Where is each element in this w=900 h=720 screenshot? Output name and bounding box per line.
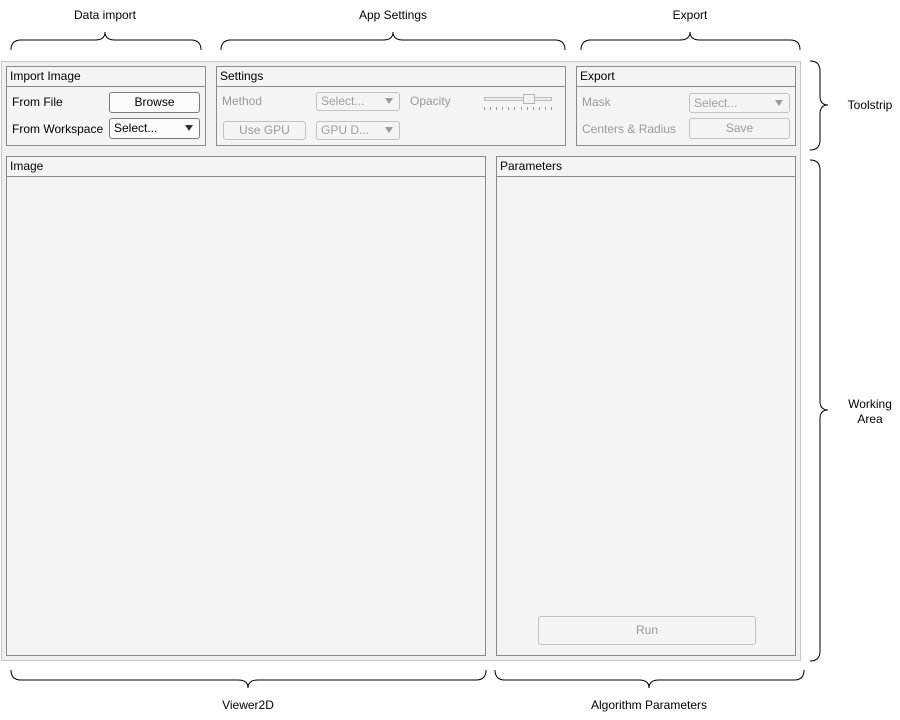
opacity-slider-thumb[interactable]: [523, 94, 536, 104]
export-panel: Export Mask Select... Centers & Radius S…: [576, 66, 796, 146]
settings-panel-title: Settings: [217, 67, 565, 87]
chevron-down-icon: [185, 125, 193, 131]
annotation-algorithm-parameters: Algorithm Parameters: [590, 698, 708, 712]
parameters-panel: Parameters Run: [496, 156, 796, 656]
gpu-device-dropdown-value: GPU D...: [321, 123, 370, 137]
parameters-panel-title: Parameters: [497, 157, 795, 177]
mask-dropdown-value: Select...: [694, 96, 738, 110]
opacity-slider-track: [484, 97, 552, 101]
from-workspace-label: From Workspace: [12, 122, 104, 136]
image-panel: Image: [6, 156, 486, 656]
annotation-data-import: Data import: [73, 8, 137, 22]
chevron-down-icon: [385, 98, 393, 104]
import-image-panel: Import Image From File Browse From Works…: [6, 66, 206, 146]
gpu-device-dropdown[interactable]: GPU D...: [316, 121, 400, 140]
brace-app-settings: [220, 31, 566, 51]
slider-tick: [539, 107, 540, 110]
workspace-dropdown[interactable]: Select...: [109, 118, 200, 139]
workspace-dropdown-value: Select...: [114, 121, 158, 135]
annotation-working-area: Working Area: [836, 397, 900, 427]
chevron-down-icon: [775, 100, 783, 106]
brace-working-area: [809, 159, 829, 662]
use-gpu-button[interactable]: Use GPU: [223, 121, 306, 140]
opacity-slider-ticks: [484, 107, 552, 112]
annotation-app-settings: App Settings: [358, 8, 428, 22]
brace-export: [580, 31, 801, 51]
brace-data-import: [10, 31, 202, 51]
slider-tick: [496, 107, 497, 110]
slider-tick: [521, 107, 522, 110]
annotation-export: Export: [672, 8, 708, 22]
chevron-down-icon: [385, 127, 393, 133]
slider-tick: [527, 107, 528, 110]
from-file-label: From File: [12, 95, 63, 109]
image-panel-title: Image: [7, 157, 485, 177]
annotation-working-area-line2: Area: [857, 412, 883, 426]
slider-tick: [514, 107, 515, 110]
slider-tick: [545, 107, 546, 110]
browse-button[interactable]: Browse: [109, 92, 200, 113]
annotation-viewer2d: Viewer2D: [222, 698, 274, 712]
annotation-toolstrip: Toolstrip: [847, 98, 893, 112]
opacity-slider[interactable]: [483, 91, 553, 115]
mask-dropdown[interactable]: Select...: [689, 93, 790, 113]
save-button[interactable]: Save: [689, 118, 790, 139]
method-label: Method: [222, 94, 263, 108]
method-dropdown-value: Select...: [321, 94, 365, 108]
slider-tick: [484, 107, 485, 110]
settings-panel: Settings Method Select... Opacity Use GP…: [216, 66, 566, 146]
brace-viewer2d: [10, 669, 487, 689]
slider-tick: [533, 107, 534, 110]
export-panel-title: Export: [577, 67, 795, 87]
opacity-label: Opacity: [410, 94, 451, 108]
slider-tick: [490, 107, 491, 110]
slider-tick: [502, 107, 503, 110]
slider-tick: [508, 107, 509, 110]
centers-radius-label: Centers & Radius: [582, 122, 677, 136]
import-image-panel-title: Import Image: [7, 67, 205, 87]
run-button[interactable]: Run: [538, 616, 756, 645]
method-dropdown[interactable]: Select...: [316, 92, 400, 111]
mask-label: Mask: [582, 95, 611, 109]
slider-tick: [551, 107, 552, 110]
brace-algorithm-parameters: [494, 669, 805, 689]
brace-toolstrip: [809, 60, 829, 151]
annotation-working-area-line1: Working: [848, 397, 892, 411]
